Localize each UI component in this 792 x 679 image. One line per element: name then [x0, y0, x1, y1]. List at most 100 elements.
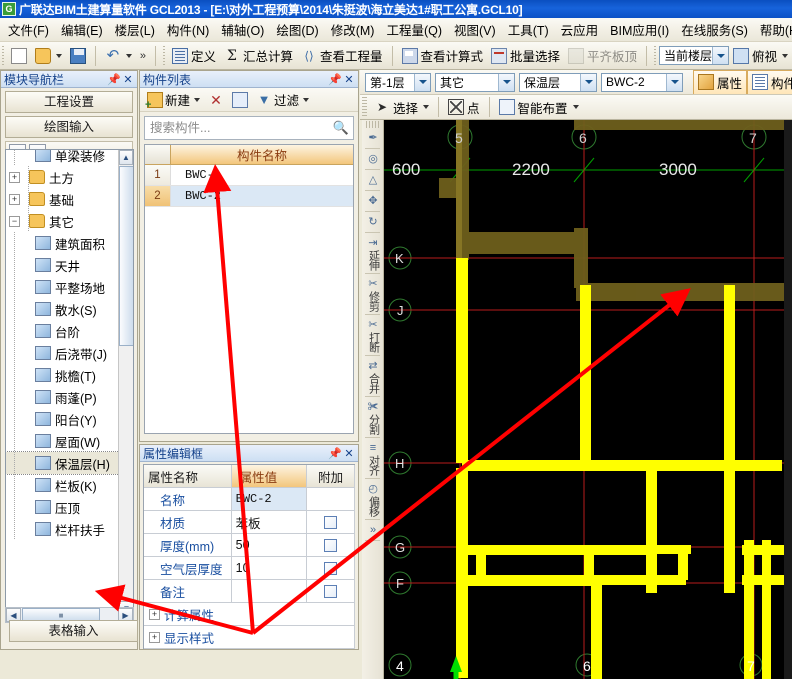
property-group-cell[interactable]: + 计算属性 [144, 603, 355, 626]
property-close-icon[interactable]: ✕ [342, 446, 356, 460]
vtool-mirror[interactable]: △ [362, 171, 383, 189]
menu-view[interactable]: 视图(V) [448, 18, 502, 41]
nav-close-icon[interactable]: ✕ [121, 72, 135, 86]
tree-item-其它[interactable]: − 其它 [6, 210, 119, 232]
expand-toggle-icon[interactable]: + [149, 631, 160, 643]
property-value-cell[interactable]: 50 [231, 534, 308, 557]
vtool-align[interactable]: ≡ 对齐 [362, 439, 383, 477]
menu-floor[interactable]: 楼层(L) [109, 18, 161, 41]
tree-vertical-scrollbar[interactable]: ▲ ▼ [118, 150, 133, 616]
component-name-cell[interactable]: BWC-1 [171, 165, 353, 185]
tab-component-list[interactable]: 构件列表 [747, 70, 792, 94]
toolbar-overflow-button[interactable]: » [136, 50, 150, 62]
toolbar-grip-1[interactable] [2, 45, 5, 66]
toolbar-batch-select[interactable]: 批量选择 [487, 44, 564, 67]
property-value-cell[interactable] [231, 580, 308, 603]
checkbox[interactable] [324, 515, 338, 529]
floor-scope-chevron-down-icon[interactable] [712, 47, 728, 64]
toolbar-summary-calc[interactable]: Σ 汇总计算 [220, 44, 297, 67]
property-pin-icon[interactable]: 📌 [328, 446, 342, 460]
expand-toggle-icon[interactable]: + [149, 608, 160, 620]
menu-file[interactable]: 文件(F) [2, 18, 55, 41]
component-close-icon[interactable]: ✕ [342, 72, 356, 86]
vstrip-grip[interactable] [366, 121, 379, 128]
component-pin-icon[interactable]: 📌 [328, 72, 342, 86]
tree-item-单梁装修[interactable]: 单梁装修 [6, 150, 119, 166]
tree-scroll-thumb[interactable] [119, 166, 133, 346]
tree-item-天井[interactable]: 天井 [6, 254, 119, 276]
checkbox[interactable] [324, 538, 338, 552]
tree-item-阳台Y[interactable]: 阳台(Y) [6, 408, 119, 430]
vtool-rotate[interactable]: ↻ [362, 213, 383, 231]
vtool-mirror-copy[interactable]: ◎ [362, 150, 383, 168]
menu-tools[interactable]: 工具(T) [502, 18, 555, 41]
menu-online[interactable]: 在线服务(S) [675, 18, 754, 41]
tree-item-平整场地[interactable]: 平整场地 [6, 276, 119, 298]
new-file-button[interactable] [7, 46, 31, 66]
menu-help[interactable]: 帮助(H) [754, 18, 792, 41]
tree-item-散水S[interactable]: 散水(S) [6, 298, 119, 320]
component-selector[interactable]: BWC-2 [601, 72, 683, 92]
floor-selector[interactable]: 第-1层 [365, 72, 431, 92]
open-file-button[interactable] [31, 46, 66, 66]
nav-button-drawing-input[interactable]: 绘图输入 [5, 116, 133, 138]
undo-button[interactable]: ↶ [101, 46, 136, 66]
component-type-selector-chevron-down-icon[interactable] [580, 73, 596, 91]
draw-tools-grip[interactable] [362, 97, 367, 117]
tree-scroll-up-button[interactable]: ▲ [119, 150, 133, 165]
tree-toggle-icon[interactable]: − [9, 215, 20, 227]
property-value-cell[interactable]: 10 [231, 557, 308, 580]
table-row[interactable]: 2 BWC-2 [145, 186, 353, 207]
menu-cloud[interactable]: 云应用 [555, 18, 605, 41]
vtool-trim[interactable]: ✂ 修剪 [362, 275, 383, 313]
vtool-offset[interactable]: ◴ 偏移 [362, 480, 383, 518]
vtool-merge[interactable]: ⇄ 合并 [362, 357, 383, 395]
tool-smart-layout[interactable]: 智能布置 [495, 96, 583, 119]
tree-item-屋面W[interactable]: 屋面(W) [6, 430, 119, 452]
floor-selector-chevron-down-icon[interactable] [414, 73, 430, 91]
menu-edit[interactable]: 编辑(E) [55, 18, 109, 41]
property-value-cell[interactable]: BWC-2 [231, 488, 308, 511]
component-selector-chevron-down-icon[interactable] [666, 73, 682, 91]
tree-item-保温层H[interactable]: 保温层(H) [6, 451, 120, 475]
tool-select[interactable]: ➤ 选择 [370, 96, 433, 119]
nav-pin-icon[interactable]: 📌 [107, 72, 121, 86]
floor-scope-combo[interactable]: 当前楼层 [658, 46, 729, 65]
tree-item-栏板K[interactable]: 栏板(K) [6, 474, 119, 496]
menu-quantity[interactable]: 工程量(Q) [380, 18, 448, 41]
toolbar-grip-3[interactable] [653, 45, 656, 66]
component-name-cell[interactable]: BWC-2 [171, 186, 353, 206]
menu-bim[interactable]: BIM应用(I) [604, 18, 675, 41]
tree-item-栏杆扶手[interactable]: 栏杆扶手 [6, 518, 119, 540]
toolbar-view-formula[interactable]: 查看计算式 [398, 44, 488, 67]
toolbar-define[interactable]: 定义 [168, 44, 220, 67]
tree-toggle-icon[interactable]: + [9, 171, 20, 183]
vtool-pen[interactable]: ✒ [362, 129, 383, 147]
tab-properties[interactable]: 属性 [693, 70, 748, 94]
property-value-cell[interactable]: 苯板 [231, 511, 308, 534]
table-row[interactable]: 1 BWC-1 [145, 165, 353, 186]
save-file-button[interactable] [66, 46, 90, 66]
tree-item-建筑面积[interactable]: 建筑面积 [6, 232, 119, 254]
search-input[interactable] [145, 118, 329, 138]
component-type-selector[interactable]: 保温层 [519, 72, 597, 92]
tree-item-基础[interactable]: + 基础 [6, 188, 119, 210]
menu-component[interactable]: 构件(N) [161, 18, 215, 41]
nav-button-table-input[interactable]: 表格输入 [9, 620, 138, 642]
tree-item-土方[interactable]: + 土方 [6, 166, 119, 188]
menu-axis[interactable]: 辅轴(O) [215, 18, 270, 41]
filter-button[interactable]: ▼ 过滤 [253, 89, 312, 110]
checkbox[interactable] [324, 584, 338, 598]
vtool-more[interactable]: » [362, 521, 383, 539]
property-group-cell[interactable]: + 显示样式 [144, 626, 355, 649]
tool-point[interactable]: 点 [444, 96, 484, 119]
tree-item-挑檐T[interactable]: 挑檐(T) [6, 364, 119, 386]
delete-component-button[interactable]: ✕ [205, 91, 227, 109]
canvas-vertical-scrollbar[interactable] [784, 120, 792, 679]
new-component-button[interactable]: 新建 [144, 89, 203, 110]
vtool-move[interactable]: ✥ [362, 192, 383, 210]
category-selector-chevron-down-icon[interactable] [498, 73, 514, 91]
search-icon[interactable]: 🔍 [329, 117, 353, 139]
menu-modify[interactable]: 修改(M) [325, 18, 381, 41]
tree-item-后浇带J[interactable]: 后浇带(J) [6, 342, 119, 364]
